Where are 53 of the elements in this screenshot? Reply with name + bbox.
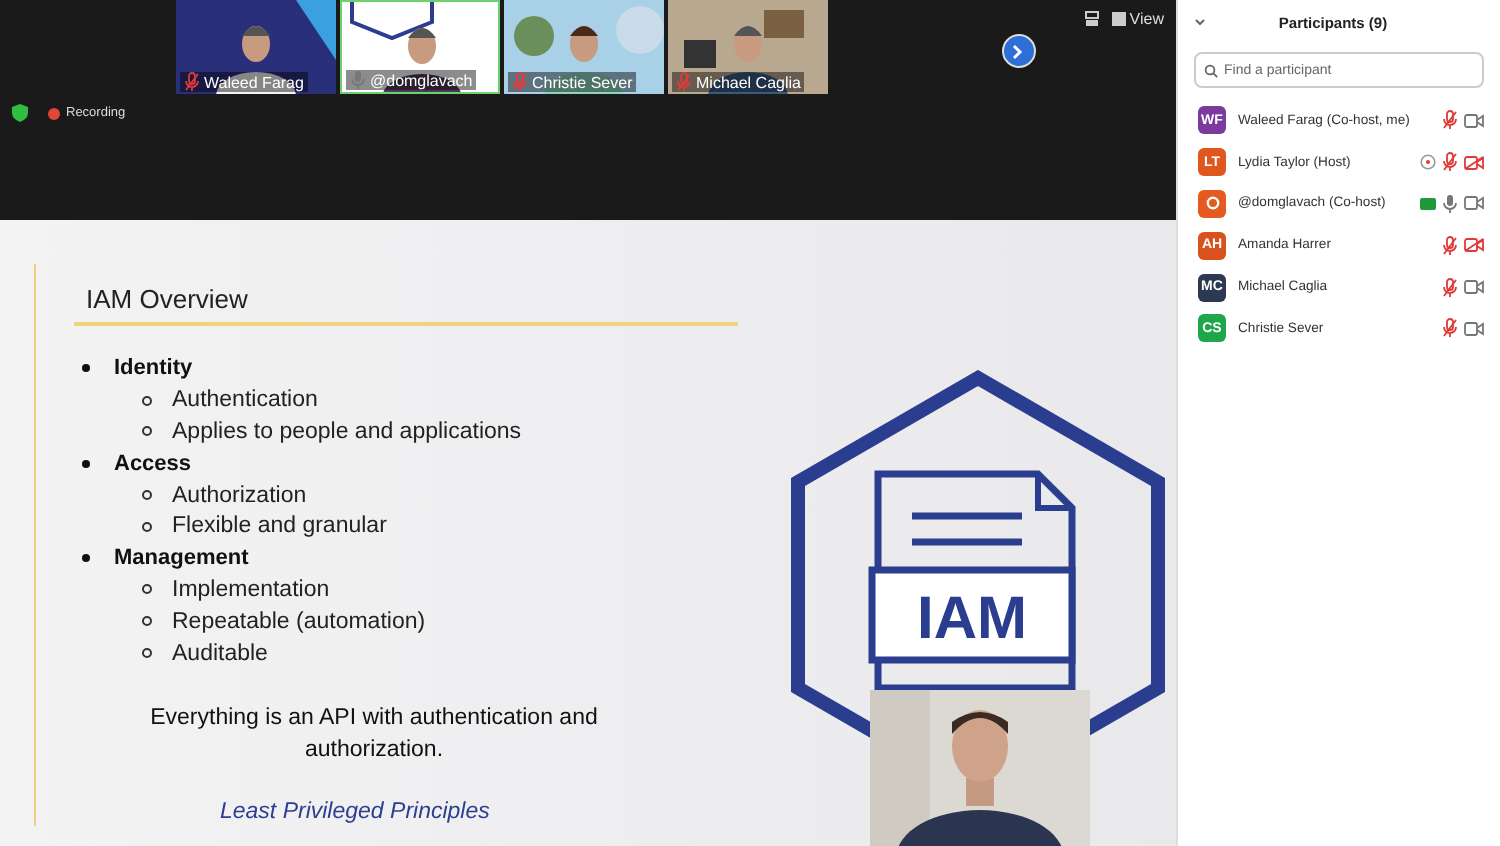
- video-off-icon[interactable]: [1464, 155, 1484, 170]
- muted-mic-icon[interactable]: [1442, 152, 1458, 173]
- sub-bullet-icon: [142, 616, 152, 627]
- sub-bullet-text: Repeatable (automation): [172, 609, 426, 634]
- bullet-text: Management: [114, 546, 249, 571]
- participant-name: Michael Caglia: [696, 73, 801, 91]
- view-button[interactable]: View: [1111, 10, 1164, 28]
- video-camera-icon[interactable]: [1464, 321, 1484, 336]
- muted-mic-icon[interactable]: [1442, 277, 1458, 298]
- slide-tagline: Least Privileged Principles: [220, 800, 492, 825]
- bullet-icon: [82, 459, 90, 468]
- video-camera-icon[interactable]: [1464, 280, 1484, 295]
- participant-name: @domglavach: [370, 71, 473, 89]
- iam-label: IAM: [917, 586, 1027, 652]
- next-page-button[interactable]: [1001, 34, 1036, 68]
- sub-bullet-text: Authentication: [172, 388, 318, 413]
- sub-bullet-icon: [142, 490, 152, 501]
- sub-bullet-text: Authorization: [172, 483, 307, 508]
- bullet-text: Identity: [114, 356, 193, 381]
- video-camera-icon[interactable]: [1464, 196, 1484, 211]
- muted-mic-icon[interactable]: [1442, 235, 1458, 256]
- video-tile[interactable]: Michael Caglia: [668, 0, 828, 94]
- video-tile[interactable]: Christie Sever: [504, 0, 664, 94]
- grid-icon: [1111, 12, 1126, 26]
- record-icon: [48, 107, 60, 119]
- sub-bullet-text: Applies to people and applications: [172, 419, 522, 444]
- logo-icon: [1205, 196, 1219, 211]
- bullet-icon: [82, 364, 90, 373]
- sub-bullet-icon: [142, 648, 152, 659]
- sub-bullet-icon: [142, 426, 152, 437]
- bullet-text: Access: [114, 451, 192, 476]
- mic-icon[interactable]: [1442, 193, 1458, 214]
- layout-icon[interactable]: [1083, 10, 1100, 28]
- sub-bullet-icon: [142, 584, 152, 595]
- video-off-icon[interactable]: [1464, 238, 1484, 253]
- video-camera-icon[interactable]: [1464, 113, 1484, 128]
- shield-icon[interactable]: [12, 104, 28, 122]
- sub-bullet-icon: [142, 395, 152, 406]
- search-icon: [1204, 63, 1218, 77]
- participant-name: Christie Sever: [532, 73, 633, 91]
- slide-title: IAM Overview: [84, 282, 250, 318]
- muted-mic-icon[interactable]: [1442, 110, 1458, 131]
- slide-statement: Everything is an API with authentication and authorization.: [148, 704, 600, 767]
- collapse-chevron-icon[interactable]: [1194, 18, 1206, 26]
- sub-bullet-text: Implementation: [172, 577, 330, 602]
- video-tile[interactable]: @domglavach: [340, 0, 500, 94]
- sub-bullet-text: Flexible and granular: [172, 514, 387, 539]
- muted-mic-icon[interactable]: [184, 72, 200, 92]
- sub-bullet-icon: [142, 521, 152, 532]
- bullet-icon: [82, 554, 90, 563]
- sub-bullet-text: Auditable: [172, 641, 268, 666]
- muted-mic-icon[interactable]: [1442, 318, 1458, 339]
- chevron-right-icon: [1012, 43, 1025, 59]
